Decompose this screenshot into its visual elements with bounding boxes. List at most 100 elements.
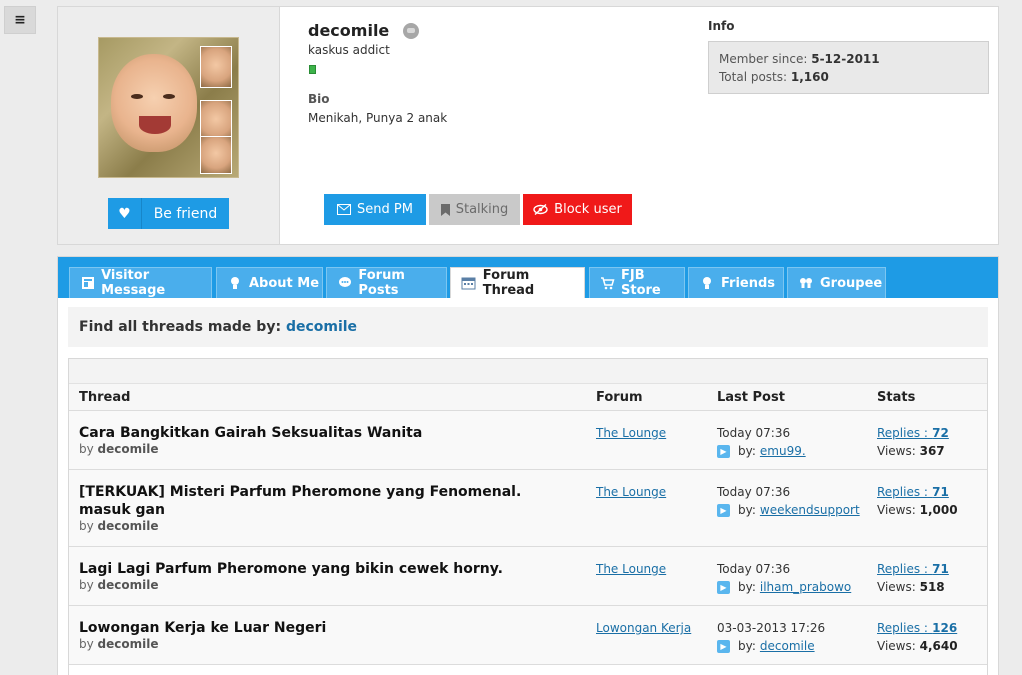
block-user-label: Block user (554, 202, 622, 217)
person-icon (699, 275, 715, 291)
calendar-icon (461, 275, 477, 291)
table-row: [TERKUAK] Misteri Parfum Pheromone yang … (69, 470, 987, 547)
last-poster-link[interactable]: ilham_prabowo (760, 580, 851, 594)
views-count: Views: 4,640 (877, 639, 958, 653)
go-to-last-post-icon[interactable]: ▶ (717, 444, 730, 458)
thread-author: by decomile (79, 519, 159, 533)
last-post-column-header: Last Post (717, 390, 785, 405)
send-pm-label: Send PM (357, 202, 413, 217)
replies-link[interactable]: Replies : 71 (877, 485, 949, 499)
tab-visitor-message[interactable]: Visitor Message (69, 267, 212, 298)
replies-link[interactable]: Replies : 72 (877, 426, 949, 440)
forum-link[interactable]: The Lounge (596, 562, 666, 576)
menu-button[interactable]: ≡ (4, 6, 36, 34)
table-row: Lagi Lagi Parfum Pheromone yang bikin ce… (69, 547, 987, 606)
eye-slash-icon (533, 204, 548, 215)
thread-title-link[interactable]: Cara Bangkitkan Gairah Seksualitas Wanit… (79, 424, 529, 442)
bio-text: Menikah, Punya 2 anak (308, 111, 448, 125)
tab-label: FJB Store (621, 268, 661, 298)
speech-bubble-icon (337, 275, 352, 291)
member-since-value: 5-12-2011 (811, 52, 880, 66)
table-row: Lowongan Kerja ke Luar Negeri by decomil… (69, 606, 987, 665)
reputation-icon (309, 65, 316, 74)
last-poster-link[interactable]: weekendsupport (760, 503, 860, 517)
last-post-by: ▶ by: weekendsupport (717, 503, 860, 517)
tab-bar: Visitor Message About Me Forum Posts For… (58, 257, 998, 298)
tab-friends[interactable]: Friends (688, 267, 784, 298)
find-threads-bar: Find all threads made by: decomile (68, 307, 988, 347)
thread-author: by decomile (79, 637, 159, 651)
last-poster-link[interactable]: decomile (760, 639, 815, 653)
thread-table: Thread Forum Last Post Stats Cara Bangki… (68, 358, 988, 675)
thread-title-link[interactable]: [TERKUAK] Misteri Parfum Pheromone yang … (79, 483, 529, 519)
total-posts-label: Total posts: (719, 70, 788, 84)
find-username: decomile (285, 319, 358, 335)
last-post-by: ▶ by: emu99. (717, 444, 806, 458)
find-label: Find all threads made by: (79, 319, 282, 335)
info-heading: Info (708, 19, 735, 33)
go-to-last-post-icon[interactable]: ▶ (717, 580, 730, 594)
tab-label: Forum Thread (482, 268, 535, 298)
tab-label: Visitor Message (101, 268, 166, 298)
message-board-icon (80, 275, 95, 291)
forum-column-header: Forum (596, 390, 643, 405)
profile-tabs-panel: Visitor Message About Me Forum Posts For… (57, 256, 999, 675)
tab-groupee[interactable]: Groupee (787, 267, 886, 298)
tab-label: About Me (249, 275, 320, 291)
last-post-by: ▶ by: decomile (717, 639, 815, 653)
thread-author: by decomile (79, 578, 159, 592)
bio-heading: Bio (308, 92, 330, 106)
stalking-button[interactable]: Stalking (429, 194, 520, 225)
replies-link[interactable]: Replies : 71 (877, 562, 949, 576)
offline-status-icon (403, 22, 420, 39)
tab-label: Forum Posts (358, 268, 405, 298)
tab-label: Friends (721, 275, 776, 291)
tab-forum-thread[interactable]: Forum Thread (450, 267, 585, 298)
thread-title-link[interactable]: Lowongan Kerja ke Luar Negeri (79, 619, 529, 637)
cart-icon (600, 275, 615, 291)
tab-label: Groupee (820, 275, 883, 291)
user-title: kaskus addict (308, 43, 390, 57)
person-icon (227, 275, 243, 291)
tab-forum-posts[interactable]: Forum Posts (326, 267, 447, 298)
thread-title-link[interactable]: Lagi Lagi Parfum Pheromone yang bikin ce… (79, 560, 529, 578)
replies-link[interactable]: Replies : 126 (877, 621, 957, 635)
profile-card: ♥ Be friend decomile kaskus addict Bio M… (57, 6, 999, 245)
send-pm-button[interactable]: Send PM (324, 194, 426, 225)
forum-link[interactable]: The Lounge (596, 485, 666, 499)
heart-icon: ♥ (108, 198, 142, 229)
hamburger-icon: ≡ (14, 12, 26, 28)
group-icon (798, 275, 814, 291)
info-box: Member since: 5-12-2011 Total posts: 1,1… (708, 41, 989, 94)
last-post-time: Today 07:36 (717, 562, 791, 576)
total-posts-value: 1,160 (790, 70, 829, 84)
befriend-button[interactable]: ♥ Be friend (108, 198, 229, 229)
avatar (98, 37, 239, 178)
last-post-time: 03-03-2013 17:26 (717, 621, 826, 635)
tab-about-me[interactable]: About Me (216, 267, 323, 298)
forum-link[interactable]: The Lounge (596, 426, 666, 440)
username: decomile (308, 21, 390, 40)
table-toolbar (69, 359, 987, 384)
befriend-label: Be friend (153, 205, 218, 222)
avatar-column: ♥ Be friend (58, 7, 280, 244)
last-post-time: Today 07:36 (717, 426, 791, 440)
views-count: Views: 1,000 (877, 503, 958, 517)
go-to-last-post-icon[interactable]: ▶ (717, 503, 730, 517)
envelope-icon (337, 204, 352, 215)
block-user-button[interactable]: Block user (523, 194, 632, 225)
stalking-label: Stalking (455, 202, 509, 217)
last-post-time: Today 07:36 (717, 485, 791, 499)
go-to-last-post-icon[interactable]: ▶ (717, 639, 730, 653)
stats-column-header: Stats (877, 390, 916, 405)
views-count: Views: 518 (877, 580, 945, 594)
forum-link[interactable]: Lowongan Kerja (596, 621, 691, 635)
views-count: Views: 367 (877, 444, 945, 458)
username-heading: decomile (308, 21, 420, 40)
thread-column-header: Thread (79, 390, 131, 405)
bookmark-icon (440, 203, 450, 216)
table-row: Cara Bangkitkan Gairah Seksualitas Wanit… (69, 411, 987, 470)
tab-fjb-store[interactable]: FJB Store (589, 267, 685, 298)
table-header: Thread Forum Last Post Stats (69, 384, 987, 411)
last-poster-link[interactable]: emu99. (760, 444, 806, 458)
